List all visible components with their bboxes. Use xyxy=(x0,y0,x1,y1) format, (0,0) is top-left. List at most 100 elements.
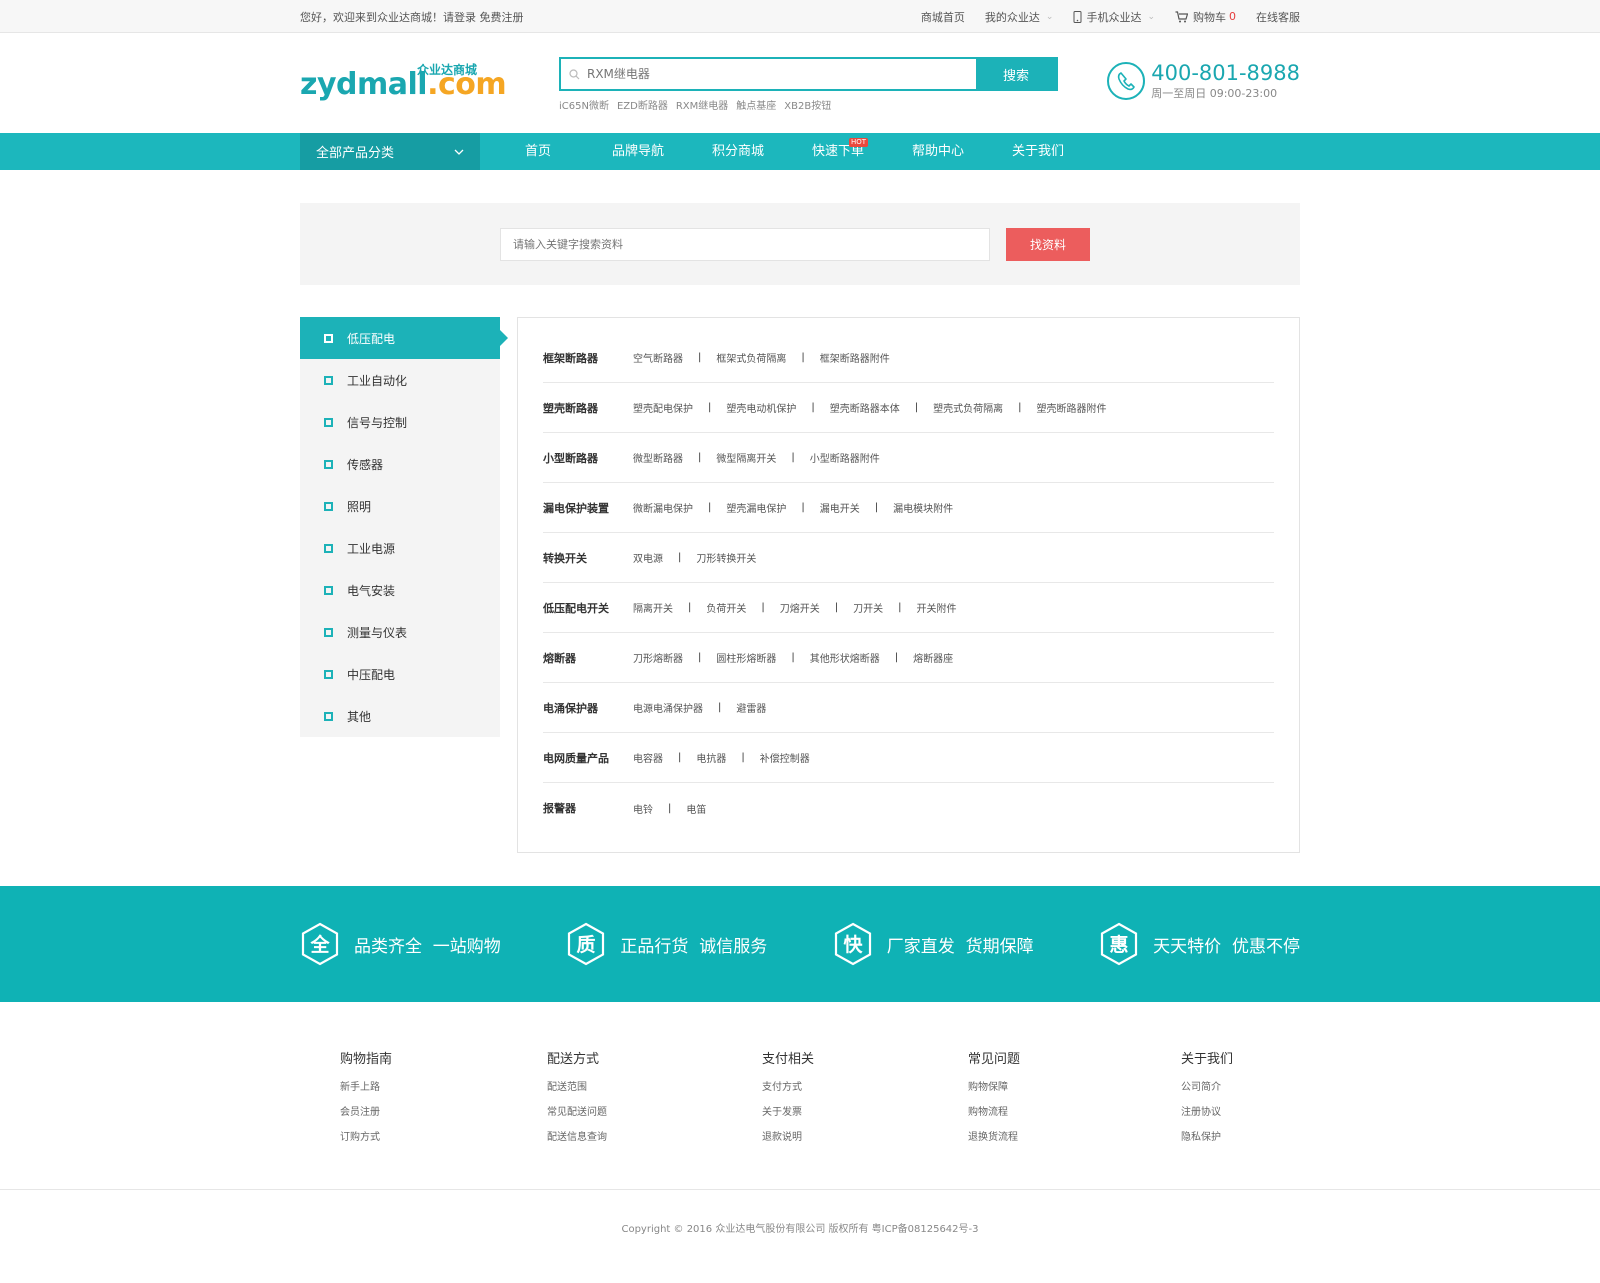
footer-link[interactable]: 配送范围 xyxy=(547,1075,607,1100)
subcategory-link[interactable]: 电容器 xyxy=(633,750,663,765)
category-title[interactable]: 低压配电开关 xyxy=(543,600,633,616)
hot-word[interactable]: RXM继电器 xyxy=(676,97,728,112)
subcategory-link[interactable]: 框架式负荷隔离 xyxy=(716,350,786,365)
sidebar-item-sensors[interactable]: 传感器 xyxy=(300,443,500,485)
chevron-down-icon: ⌄ xyxy=(1147,11,1155,22)
all-categories-dropdown[interactable]: 全部产品分类 xyxy=(300,133,480,170)
subcategory-link[interactable]: 漏电开关 xyxy=(820,500,860,515)
sidebar-item-signal-control[interactable]: 信号与控制 xyxy=(300,401,500,443)
subcategory-link[interactable]: 漏电模块附件 xyxy=(893,500,953,515)
footer-link[interactable]: 会员注册 xyxy=(340,1100,392,1125)
sidebar-item-low-voltage[interactable]: 低压配电 xyxy=(300,317,508,359)
subcategory-link[interactable]: 塑壳配电保护 xyxy=(633,400,693,415)
sidebar-item-medium-voltage[interactable]: 中压配电 xyxy=(300,653,500,695)
subcategory-link[interactable]: 刀形转换开关 xyxy=(696,550,756,565)
subcategory-link[interactable]: 电笛 xyxy=(686,801,706,816)
online-service-link[interactable]: 在线客服 xyxy=(1256,9,1300,25)
subcategory-link[interactable]: 刀开关 xyxy=(853,600,883,615)
footer-link[interactable]: 退款说明 xyxy=(762,1125,814,1150)
category-row: 熔断器 刀形熔断器 | 圆柱形熔断器 | 其他形状熔断器 | 熔断器座 xyxy=(543,633,1274,683)
subcategory-link[interactable]: 塑壳式负荷隔离 xyxy=(933,400,1003,415)
category-title[interactable]: 框架断路器 xyxy=(543,350,633,366)
subcategory-link[interactable]: 隔离开关 xyxy=(633,600,673,615)
subcategory-link[interactable]: 电铃 xyxy=(633,801,653,816)
nav-about-us[interactable]: 关于我们 xyxy=(988,133,1088,170)
subcategory-link[interactable]: 塑壳断路器本体 xyxy=(830,400,900,415)
nav-brands[interactable]: 品牌导航 xyxy=(588,133,688,170)
subcategory-link[interactable]: 电源电涌保护器 xyxy=(633,700,703,715)
footer-link[interactable]: 常见配送问题 xyxy=(547,1100,607,1125)
sidebar-item-industrial-power[interactable]: 工业电源 xyxy=(300,527,500,569)
subcategory-link[interactable]: 框架断路器附件 xyxy=(820,350,890,365)
subcategory-link[interactable]: 避雷器 xyxy=(736,700,766,715)
footer-link[interactable]: 配送信息查询 xyxy=(547,1125,607,1150)
separator: | xyxy=(698,352,702,363)
hexagon-icon: 全 xyxy=(301,922,339,966)
subcategory-link[interactable]: 微型隔离开关 xyxy=(716,450,776,465)
category-title[interactable]: 塑壳断路器 xyxy=(543,400,633,416)
subcategory-link[interactable]: 微型断路器 xyxy=(633,450,683,465)
square-bullet-icon xyxy=(324,375,333,385)
hot-word[interactable]: XB2B按钮 xyxy=(784,97,831,112)
sidebar-item-other[interactable]: 其他 xyxy=(300,695,500,737)
sidebar-item-lighting[interactable]: 照明 xyxy=(300,485,500,527)
subcategory-link[interactable]: 塑壳电动机保护 xyxy=(726,400,796,415)
hot-word[interactable]: iC65N微断 xyxy=(559,97,609,112)
category-row: 框架断路器 空气断路器 | 框架式负荷隔离 | 框架断路器附件 xyxy=(543,333,1274,383)
search-button[interactable]: 搜索 xyxy=(976,59,1056,89)
footer-link[interactable]: 关于发票 xyxy=(762,1100,814,1125)
subcategory-link[interactable]: 小型断路器附件 xyxy=(810,450,880,465)
copyright: Copyright © 2016 众业达电气股份有限公司 版权所有 粤ICP备0… xyxy=(621,1224,979,1235)
footer-link[interactable]: 购物流程 xyxy=(968,1100,1020,1125)
nav-help-center[interactable]: 帮助中心 xyxy=(888,133,988,170)
cart-link[interactable]: 购物车 0 xyxy=(1175,9,1236,25)
subcategory-link[interactable]: 刀形熔断器 xyxy=(633,650,683,665)
footer-link[interactable]: 购物保障 xyxy=(968,1075,1020,1100)
subcategory-link[interactable]: 微断漏电保护 xyxy=(633,500,693,515)
sidebar-item-electrical-install[interactable]: 电气安装 xyxy=(300,569,500,611)
nav-points-mall[interactable]: 积分商城 xyxy=(688,133,788,170)
subcategory-link[interactable]: 刀熔开关 xyxy=(780,600,820,615)
category-title[interactable]: 漏电保护装置 xyxy=(543,500,633,516)
mall-home-link[interactable]: 商城首页 xyxy=(921,9,965,25)
category-title[interactable]: 报警器 xyxy=(543,800,633,816)
nav-home[interactable]: 首页 xyxy=(488,133,588,170)
footer-link[interactable]: 订购方式 xyxy=(340,1125,392,1150)
subcategory-link[interactable]: 负荷开关 xyxy=(706,600,746,615)
search-bar: 搜索 xyxy=(559,57,1058,91)
document-search-input[interactable] xyxy=(500,228,990,261)
subcategory-link[interactable]: 补偿控制器 xyxy=(760,750,810,765)
footer-link[interactable]: 新手上路 xyxy=(340,1075,392,1100)
my-account-link[interactable]: 我的众业达 ⌄ xyxy=(985,9,1054,25)
subcategory-link[interactable]: 其他形状熔断器 xyxy=(810,650,880,665)
welcome-message[interactable]: 您好，欢迎来到众业达商城！请登录 免费注册 xyxy=(300,11,524,24)
category-title[interactable]: 熔断器 xyxy=(543,650,633,666)
separator: | xyxy=(698,652,702,663)
nav-quick-order[interactable]: 快速下单 HOT xyxy=(788,133,888,170)
category-title[interactable]: 电网质量产品 xyxy=(543,750,633,766)
find-document-button[interactable]: 找资料 xyxy=(1006,228,1090,261)
category-title[interactable]: 转换开关 xyxy=(543,550,633,566)
subcategory-link[interactable]: 圆柱形熔断器 xyxy=(716,650,776,665)
search-input[interactable] xyxy=(587,59,976,89)
sidebar-item-industrial-automation[interactable]: 工业自动化 xyxy=(300,359,500,401)
footer-link[interactable]: 支付方式 xyxy=(762,1075,814,1100)
subcategory-link[interactable]: 空气断路器 xyxy=(633,350,683,365)
subcategory-link[interactable]: 塑壳断路器附件 xyxy=(1037,400,1107,415)
sidebar-item-measurement[interactable]: 测量与仪表 xyxy=(300,611,500,653)
footer-link[interactable]: 退换货流程 xyxy=(968,1125,1020,1150)
subcategory-link[interactable]: 塑壳漏电保护 xyxy=(726,500,786,515)
subcategory-link[interactable]: 双电源 xyxy=(633,550,663,565)
category-title[interactable]: 电涌保护器 xyxy=(543,700,633,716)
footer-link[interactable]: 公司简介 xyxy=(1181,1075,1233,1100)
mobile-link[interactable]: 手机众业达 ⌄ xyxy=(1073,9,1155,25)
subcategory-link[interactable]: 开关附件 xyxy=(917,600,957,615)
site-logo[interactable]: zydmall.com 众业达商城 xyxy=(300,63,507,105)
subcategory-link[interactable]: 熔断器座 xyxy=(913,650,953,665)
subcategory-link[interactable]: 电抗器 xyxy=(696,750,726,765)
hot-word[interactable]: 触点基座 xyxy=(736,97,776,112)
footer-link[interactable]: 注册协议 xyxy=(1181,1100,1233,1125)
footer-link[interactable]: 隐私保护 xyxy=(1181,1125,1233,1150)
hot-word[interactable]: EZD断路器 xyxy=(617,97,668,112)
category-title[interactable]: 小型断路器 xyxy=(543,450,633,466)
